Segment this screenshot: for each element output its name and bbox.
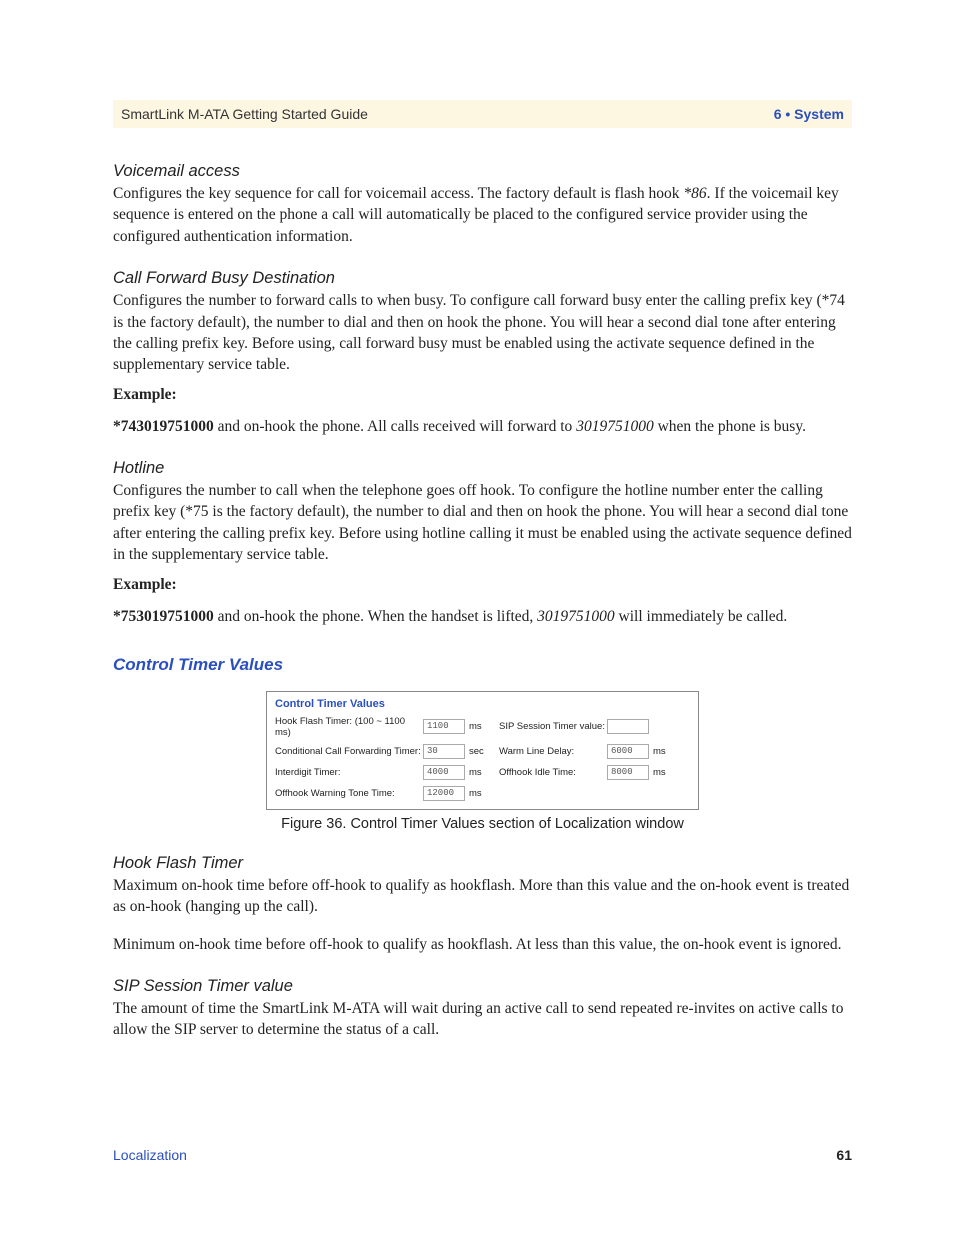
- example-cfwd: *743019751000 and on-hook the phone. All…: [113, 416, 852, 437]
- unit: ms: [465, 767, 499, 778]
- hook-flash-timer-input[interactable]: 1100: [423, 719, 465, 734]
- ctv-label: Offhook Warning Tone Time:: [275, 788, 423, 799]
- ctv-label: Offhook Idle Time:: [499, 767, 607, 778]
- page-header: SmartLink M-ATA Getting Started Guide 6 …: [113, 100, 852, 128]
- header-title: SmartLink M-ATA Getting Started Guide: [121, 106, 368, 122]
- ctv-label: Warm Line Delay:: [499, 746, 607, 757]
- page-footer: Localization 61: [113, 1147, 852, 1163]
- heading-hotline: Hotline: [113, 459, 852, 478]
- ctv-label: Conditional Call Forwarding Timer:: [275, 746, 423, 757]
- unit: ms: [649, 746, 671, 757]
- para-hookflash-min: Minimum on-hook time before off-hook to …: [113, 934, 852, 955]
- unit: sec: [465, 746, 499, 757]
- offhook-warning-tone-input[interactable]: 12000: [423, 786, 465, 801]
- sip-session-timer-input[interactable]: [607, 719, 649, 734]
- ctv-row: Conditional Call Forwarding Timer: 30 se…: [275, 744, 690, 759]
- ctv-panel-title: Control Timer Values: [275, 698, 690, 710]
- example-code: *743019751000: [113, 418, 214, 435]
- warm-line-delay-input[interactable]: 6000: [607, 744, 649, 759]
- offhook-idle-time-input[interactable]: 8000: [607, 765, 649, 780]
- example-label: Example:: [113, 576, 852, 594]
- heading-voicemail-access: Voicemail access: [113, 162, 852, 181]
- page-number: 61: [836, 1147, 852, 1163]
- cond-call-fwd-timer-input[interactable]: 30: [423, 744, 465, 759]
- unit: ms: [465, 721, 499, 732]
- example-number: 3019751000: [576, 418, 654, 435]
- example-hotline: *753019751000 and on-hook the phone. Whe…: [113, 606, 852, 627]
- para-voicemail: Configures the key sequence for call for…: [113, 183, 852, 247]
- heading-sip-session-timer: SIP Session Timer value: [113, 977, 852, 996]
- text: and on-hook the phone. All calls receive…: [214, 418, 576, 435]
- example-code: *753019751000: [113, 608, 214, 625]
- text: will immediately be called.: [615, 608, 788, 625]
- ctv-label: Interdigit Timer:: [275, 767, 423, 778]
- header-chapter: 6 • System: [774, 106, 844, 122]
- unit: ms: [465, 788, 499, 799]
- text: and on-hook the phone. When the handset …: [214, 608, 537, 625]
- heading-hook-flash-timer: Hook Flash Timer: [113, 854, 852, 873]
- ctv-label: Hook Flash Timer: (100 ~ 1100 ms): [275, 716, 423, 738]
- para-hotline: Configures the number to call when the t…: [113, 480, 852, 566]
- unit: ms: [649, 767, 671, 778]
- example-label: Example:: [113, 386, 852, 404]
- code-default: *86: [683, 185, 706, 202]
- ctv-row: Hook Flash Timer: (100 ~ 1100 ms) 1100 m…: [275, 716, 690, 738]
- text: when the phone is busy.: [654, 418, 806, 435]
- ctv-row: Interdigit Timer: 4000 ms Offhook Idle T…: [275, 765, 690, 780]
- example-number: 3019751000: [537, 608, 615, 625]
- ctv-panel: Control Timer Values Hook Flash Timer: (…: [266, 691, 699, 810]
- para-sip-timer: The amount of time the SmartLink M-ATA w…: [113, 998, 852, 1041]
- footer-section: Localization: [113, 1147, 187, 1163]
- figure-caption: Figure 36. Control Timer Values section …: [113, 816, 852, 832]
- figure-control-timer-values: Control Timer Values Hook Flash Timer: (…: [113, 691, 852, 832]
- text: Configures the key sequence for call for…: [113, 185, 683, 202]
- ctv-row: Offhook Warning Tone Time: 12000 ms: [275, 786, 690, 801]
- ctv-label: SIP Session Timer value:: [499, 721, 607, 732]
- heading-control-timer-values: Control Timer Values: [113, 655, 852, 675]
- heading-cfwd-busy: Call Forward Busy Destination: [113, 269, 852, 288]
- para-cfwd: Configures the number to forward calls t…: [113, 290, 852, 376]
- para-hookflash-max: Maximum on-hook time before off-hook to …: [113, 875, 852, 918]
- interdigit-timer-input[interactable]: 4000: [423, 765, 465, 780]
